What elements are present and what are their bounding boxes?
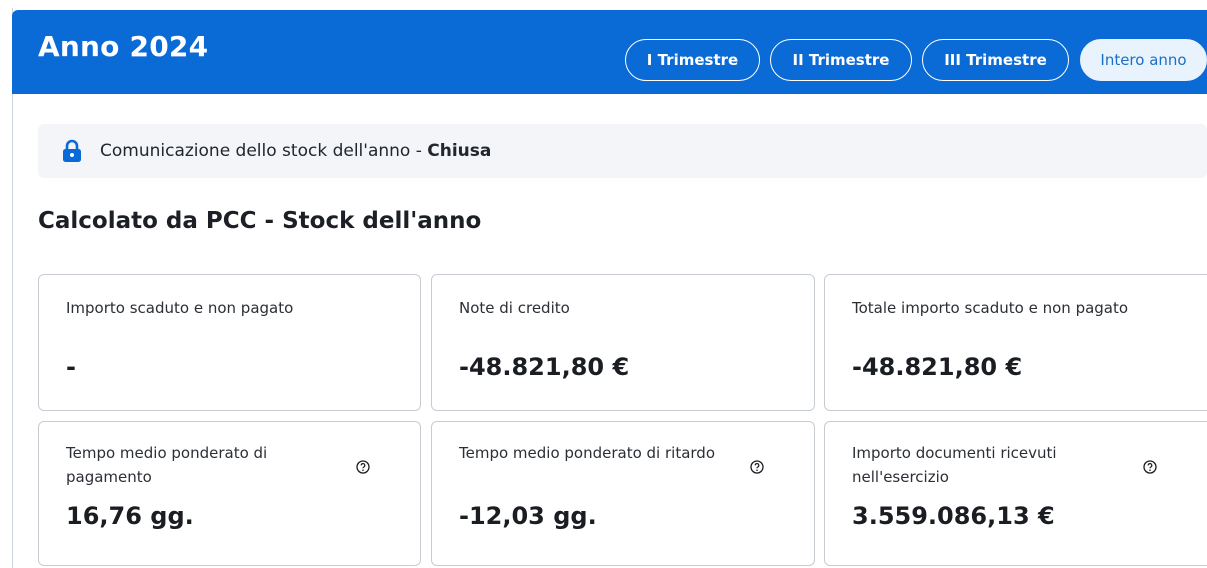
tab-i-trimestre[interactable]: I Trimestre — [625, 39, 760, 81]
card-label: Tempo medio ponderato di pagamento — [66, 444, 268, 486]
notice-status: Chiusa — [427, 141, 492, 161]
card-label: Note di credito — [459, 299, 570, 317]
section-title: Calcolato da PCC - Stock dell'anno — [38, 208, 482, 234]
notice-label: Comunicazione dello stock dell'anno - — [100, 141, 428, 161]
card-value: - — [66, 353, 76, 381]
page-title: Anno 2024 — [38, 30, 209, 63]
card-totale-scaduto: Totale importo scaduto e non pagato -48.… — [824, 274, 1207, 411]
year-header: Anno 2024 I Trimestre II Trimestre III T… — [12, 10, 1207, 94]
tab-iii-trimestre[interactable]: III Trimestre — [922, 39, 1069, 81]
help-icon[interactable] — [750, 460, 764, 474]
card-label: Importo scaduto e non pagato — [66, 299, 294, 317]
card-label: Importo documenti ricevuti nell'esercizi… — [852, 444, 1057, 486]
card-label: Totale importo scaduto e non pagato — [852, 299, 1129, 317]
card-label: Tempo medio ponderato di ritardo — [459, 444, 716, 462]
help-icon[interactable] — [356, 460, 370, 474]
card-value: -12,03 gg. — [459, 502, 597, 530]
card-note-credito: Note di credito -48.821,80 € — [431, 274, 815, 411]
card-importo-documenti: Importo documenti ricevuti nell'esercizi… — [824, 421, 1207, 566]
lock-icon — [63, 139, 81, 162]
notice-text: Comunicazione dello stock dell'anno - Ch… — [100, 141, 491, 161]
tab-ii-trimestre[interactable]: II Trimestre — [770, 39, 912, 81]
card-value: 3.559.086,13 € — [852, 502, 1055, 530]
tab-intero-anno[interactable]: Intero anno — [1080, 39, 1207, 81]
card-tempo-ritardo: Tempo medio ponderato di ritardo -12,03 … — [431, 421, 815, 566]
stock-status-notice: Comunicazione dello stock dell'anno - Ch… — [38, 124, 1207, 178]
help-icon[interactable] — [1143, 460, 1157, 474]
card-value: -48.821,80 € — [459, 353, 630, 381]
card-tempo-pagamento: Tempo medio ponderato di pagamento 16,76… — [38, 421, 421, 566]
card-importo-scaduto: Importo scaduto e non pagato - — [38, 274, 421, 411]
card-value: 16,76 gg. — [66, 502, 194, 530]
card-value: -48.821,80 € — [852, 353, 1023, 381]
